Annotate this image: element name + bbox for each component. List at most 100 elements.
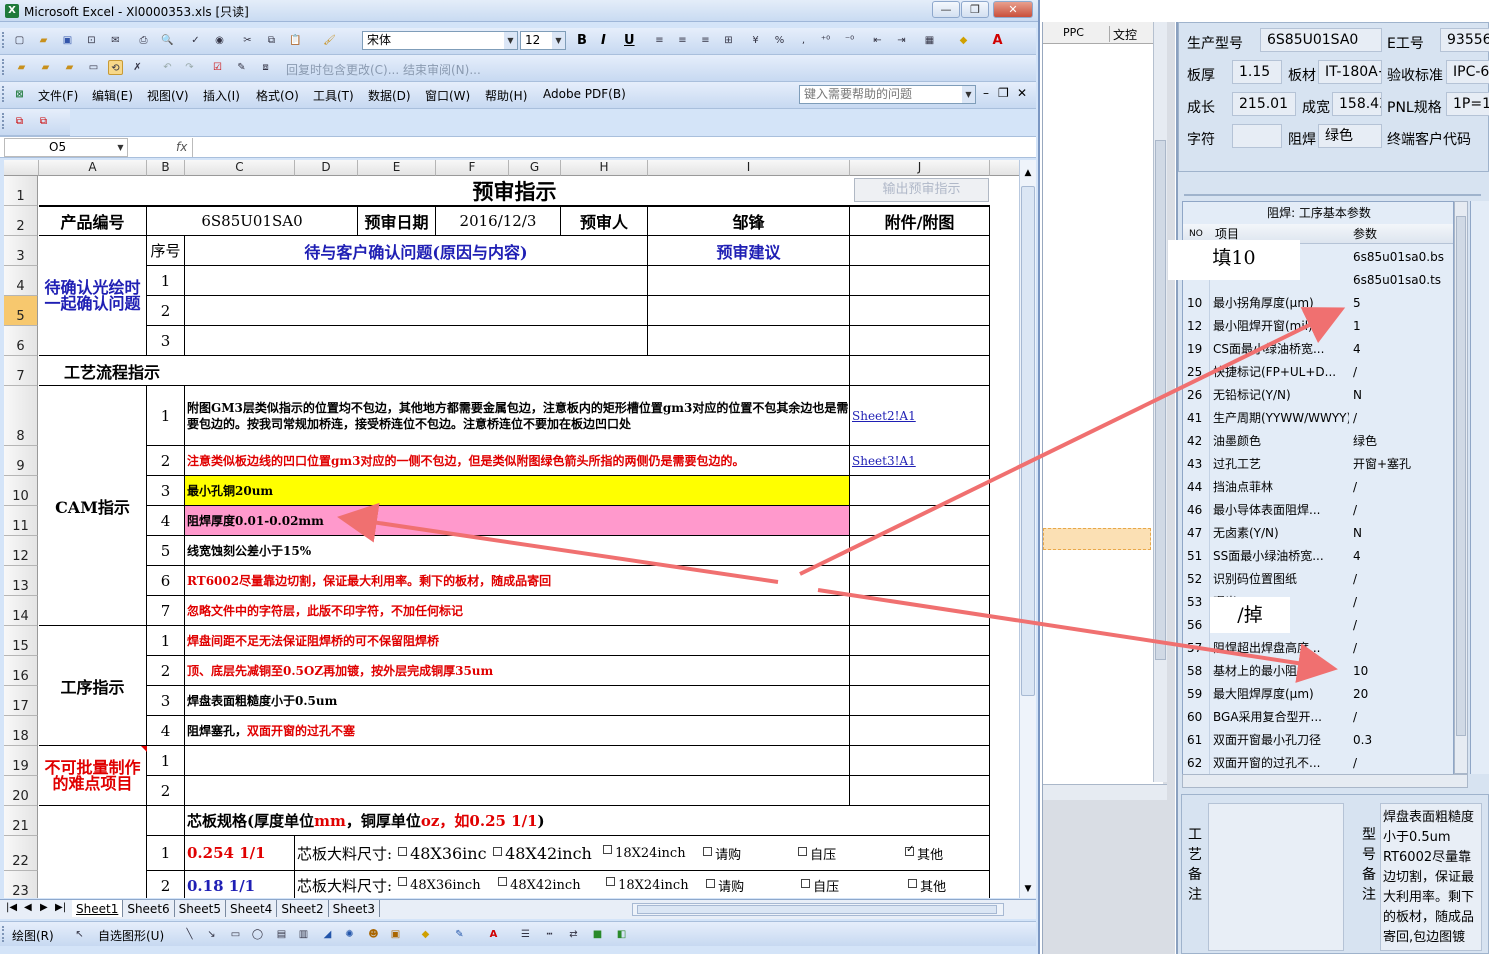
question-1[interactable] (185, 266, 648, 296)
core-option[interactable]: 请购 (700, 876, 795, 895)
reviewer-value[interactable]: 邹锋 (648, 206, 850, 236)
diagram-icon[interactable]: ✺ (342, 927, 357, 942)
advice-3[interactable] (648, 326, 850, 356)
column-header-b[interactable]: B (147, 160, 185, 176)
core-option[interactable]: 48X42inch (492, 877, 600, 893)
seq-1[interactable]: 1 (147, 266, 185, 296)
cam-attach-4[interactable] (850, 506, 990, 536)
cam-seq-3[interactable]: 3 (147, 476, 185, 506)
restore-button[interactable]: ❐ (961, 1, 989, 18)
worksheet-grid[interactable]: A B C D E F G H I J 1 2 3 4 5 6 7 8 9 10 11 12 13 14 1… (4, 160, 1019, 898)
align-center-icon[interactable]: ≡ (675, 33, 690, 48)
advice-2[interactable] (648, 296, 850, 326)
hard-items-label[interactable]: 不可批量制作的难点项目 (39, 746, 147, 806)
undo-icon[interactable]: ↶ (160, 60, 175, 75)
row-header-18[interactable]: 18 (4, 716, 38, 746)
increase-decimal-icon[interactable]: ⁺⁰ (818, 33, 833, 48)
underline-button[interactable]: U (624, 33, 635, 48)
open-icon[interactable]: ▰ (36, 33, 51, 48)
menu-file[interactable]: 文件(F) (38, 87, 78, 104)
middle-scrollbar[interactable] (1153, 22, 1167, 782)
cam-attach-1[interactable]: Sheet2!A1 (850, 386, 990, 446)
column-header-h[interactable]: H (561, 160, 648, 176)
cam-attach-3[interactable] (850, 476, 990, 506)
row-header-11[interactable]: 11 (4, 506, 38, 536)
sheet-tab-sheet3[interactable]: Sheet3 (328, 900, 380, 917)
review-reply-button[interactable]: 回复时包含更改(C)... 结束审阅(N)... (286, 61, 481, 78)
fx-icon[interactable]: fx (176, 140, 187, 154)
chevron-down-icon[interactable]: ▼ (504, 32, 517, 49)
checkbox-icon[interactable] (801, 879, 811, 888)
menu-window[interactable]: 窗口(W) (425, 87, 470, 104)
advice-1[interactable] (648, 266, 850, 296)
increase-indent-icon[interactable]: ⇥ (894, 33, 909, 48)
process-flow-attach[interactable] (850, 356, 990, 386)
clipart-icon[interactable]: ☻ (366, 927, 381, 942)
cam-label[interactable]: CAM指示 (39, 386, 147, 626)
hard-item-1[interactable] (185, 746, 850, 776)
cam-item-2[interactable]: 注意类似板边线的凹口位置gm3对应的一侧不包边，但是类似附图绿色箭头所指的两侧仍… (185, 446, 850, 476)
reject-icon[interactable]: ✗ (130, 60, 145, 75)
vertical-scrollbar[interactable]: ▲ ▼ (1019, 160, 1036, 898)
param-row[interactable]: 43 过孔工艺 开窗+塞孔 (1183, 453, 1453, 476)
cam-seq-4[interactable]: 4 (147, 506, 185, 536)
row-header-6[interactable]: 6 (4, 326, 38, 356)
row-header-13[interactable]: 13 (4, 566, 38, 596)
core-option[interactable]: 其他 (899, 844, 979, 863)
param-row[interactable]: 10 最小拐角厚度(μm) 5 (1183, 292, 1453, 315)
middle-list[interactable] (1043, 44, 1163, 784)
cam-item-1[interactable]: 附图GM3层类似指示的位置均不包边，其他地方都需要金属包边，注意板内的矩形槽位置… (185, 386, 850, 446)
soldermask-field[interactable]: 绿色 (1318, 124, 1382, 148)
cam-seq-5[interactable]: 5 (147, 536, 185, 566)
send-icon[interactable]: ▰ (38, 60, 53, 75)
row-header-7[interactable]: 7 (4, 356, 38, 386)
core-option[interactable]: 18X24inch (600, 877, 700, 893)
param-row[interactable]: 42 油墨颜色 绿色 (1183, 430, 1453, 453)
decrease-indent-icon[interactable]: ⇤ (870, 33, 885, 48)
row-header-9[interactable]: 9 (4, 446, 38, 476)
row-header-19[interactable]: 19 (4, 746, 38, 776)
core-size-1[interactable]: 芯板大料尺寸: 48X36inc 48X42inch 18X24inch 请购 自压 其他 (295, 836, 990, 871)
e-code-field[interactable]: 935560 (1440, 28, 1489, 52)
cam-seq-1[interactable]: 1 (147, 386, 185, 446)
row-header-22[interactable]: 22 (4, 836, 38, 871)
draw-menu-button[interactable]: 绘图(R) (12, 927, 54, 944)
cam-item-5[interactable]: 线宽蚀刻公差小于15% (185, 536, 850, 566)
column-header-g[interactable]: G (509, 160, 561, 176)
redo-icon[interactable]: ↷ (182, 60, 197, 75)
minimize-button[interactable]: — (932, 1, 960, 18)
save-icon[interactable]: ▣ (60, 33, 75, 48)
checkbox-icon[interactable] (706, 879, 716, 888)
proc-seq-2[interactable]: 2 (147, 656, 185, 686)
row-header-4[interactable]: 4 (4, 266, 38, 296)
tab-first-icon[interactable]: |◀ (6, 902, 17, 913)
autoshape-menu-button[interactable]: 自选图形(U) (98, 927, 164, 944)
rectangle-icon[interactable]: ▭ (228, 927, 243, 942)
textbox-vertical-icon[interactable]: ▥ (296, 927, 311, 942)
param-row[interactable]: 41 生产周期(YYWW/WWYY) / (1183, 407, 1453, 430)
new-icon[interactable]: ▢ (12, 33, 27, 48)
param-table[interactable]: 阻焊: 工序基本参数 NO 项目 参数 6s85u01sa0.bs 6s85u01… (1182, 201, 1454, 788)
review-date-label[interactable]: 预审日期 (358, 206, 436, 236)
help-search-input[interactable]: 键入需要帮助的问题 ▼ (799, 85, 976, 104)
param-row[interactable]: 51 SS面最小绿油桥宽... 4 (1183, 545, 1453, 568)
track-icon[interactable]: ⟲ (108, 60, 123, 75)
sheet-tab-sheet5[interactable]: Sheet5 (174, 900, 226, 917)
close-button[interactable]: ✕ (993, 1, 1033, 18)
param-row[interactable]: 19 CS面最小绿油桥宽... 4 (1183, 338, 1453, 361)
seq-2[interactable]: 2 (147, 296, 185, 326)
row-header-15[interactable]: 15 (4, 626, 38, 656)
core-option[interactable]: 48X42inch (487, 844, 597, 863)
column-header-k[interactable] (990, 160, 1019, 176)
param-row[interactable]: 47 无卤素(Y/N) N (1183, 522, 1453, 545)
param-header-value[interactable]: 参数 (1353, 224, 1377, 244)
param-row[interactable]: 44 挡油点菲林 / (1183, 476, 1453, 499)
param-row[interactable]: 58 基材上的最小阻焊... 10 (1183, 660, 1453, 683)
param-row[interactable]: 61 双面开窗最小孔刀径 0.3 (1183, 729, 1453, 752)
permission-icon[interactable]: ⊡ (84, 33, 99, 48)
row-header-14[interactable]: 14 (4, 596, 38, 626)
menu-tools[interactable]: 工具(T) (313, 87, 354, 104)
column-header-i[interactable]: I (648, 160, 850, 176)
confirm-group-label[interactable]: 待确认光绘时一起确认问题 (39, 236, 147, 356)
proc-attach-1[interactable] (850, 626, 990, 656)
